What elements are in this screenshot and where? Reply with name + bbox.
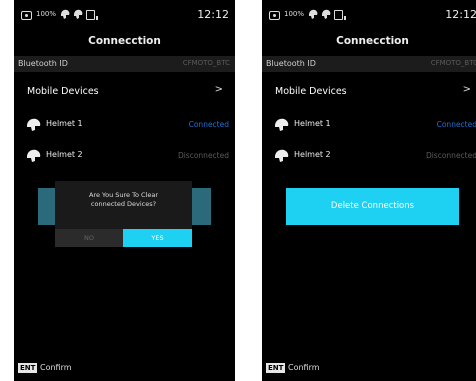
dialog-question: Are You Sure To Clear connected Devices? (55, 191, 192, 209)
status-bar: 100% 12:12 (14, 0, 235, 30)
helmet-icon (322, 9, 331, 19)
mobile-devices-item[interactable]: Mobile Devices (27, 86, 99, 97)
sd-card-icon (86, 10, 98, 20)
helmet-2-row[interactable]: Helmet 2 (26, 148, 83, 162)
battery-level: 100% (36, 10, 57, 18)
helmet-icon (27, 118, 41, 131)
mobile-devices-item[interactable]: Mobile Devices (275, 86, 347, 97)
page-title: Connecction (88, 35, 161, 47)
dialog-question-line2: connected Devices? (90, 200, 157, 208)
helmet-icon (61, 9, 70, 19)
chevron-right-icon[interactable]: > (463, 84, 471, 95)
helmet-2-row[interactable]: Helmet 2 (274, 148, 331, 162)
confirm-label: Confirm (40, 363, 72, 372)
battery-level: 100% (284, 10, 305, 18)
helmet-icon (74, 9, 83, 19)
helmet-icon (275, 118, 289, 131)
ent-key-badge: ENT (266, 363, 286, 373)
yes-button[interactable]: YES (123, 229, 192, 247)
confirm-label: Confirm (288, 363, 320, 372)
bluetooth-id-value: CFMOTO_BTC (430, 59, 476, 67)
dialog-question-line1: Are You Sure To Clear (88, 191, 159, 199)
sd-card-icon (334, 10, 346, 20)
helmet-icon (309, 9, 318, 19)
clock: 12:12 (445, 8, 476, 21)
page-title: Connecction (336, 35, 409, 47)
helmet-2-status: Disconnected (425, 151, 476, 160)
helmet-1-name: Helmet 1 (46, 119, 83, 128)
helmet-1-name: Helmet 1 (294, 119, 331, 128)
status-bar: 100% 12:12 (262, 0, 476, 30)
helmet-1-status: Connected (188, 120, 229, 129)
yes-button-label: YES (151, 234, 164, 242)
confirm-dialog: Are You Sure To Clear connected Devices?… (55, 181, 192, 247)
bluetooth-id-row: Bluetooth ID CFMOTO_BTC (262, 56, 476, 72)
helmet-2-name: Helmet 2 (294, 150, 331, 159)
clock: 12:12 (197, 8, 229, 21)
helmet-1-row[interactable]: Helmet 1 (274, 117, 331, 131)
helmet-1-status: Connected (436, 120, 476, 129)
delete-connections-label: Delete Connections (330, 201, 415, 211)
bluetooth-id-label: Bluetooth ID (18, 59, 68, 68)
chevron-right-icon[interactable]: > (215, 84, 223, 95)
helmet-icon (27, 149, 41, 162)
no-button[interactable]: NO (55, 229, 123, 247)
no-button-label: NO (84, 234, 94, 242)
helmet-2-status: Disconnected (177, 151, 229, 160)
helmet-icon (275, 149, 289, 162)
camera-icon (269, 11, 280, 20)
ent-key-badge: ENT (18, 363, 38, 373)
screen-confirm-dialog: 100% 12:12 Connecction Bluetooth ID CFMO… (14, 0, 235, 381)
helmet-1-row[interactable]: Helmet 1 (26, 117, 83, 131)
screen-connection: 100% 12:12 Connecction Bluetooth ID CFMO… (262, 0, 476, 381)
bluetooth-id-row: Bluetooth ID CFMOTO_BTC (14, 56, 235, 72)
helmet-2-name: Helmet 2 (46, 150, 83, 159)
camera-icon (21, 11, 32, 20)
bluetooth-id-value: CFMOTO_BTC (182, 59, 230, 67)
bluetooth-id-label: Bluetooth ID (266, 59, 316, 68)
delete-connections-button[interactable]: Delete Connections (286, 188, 459, 225)
